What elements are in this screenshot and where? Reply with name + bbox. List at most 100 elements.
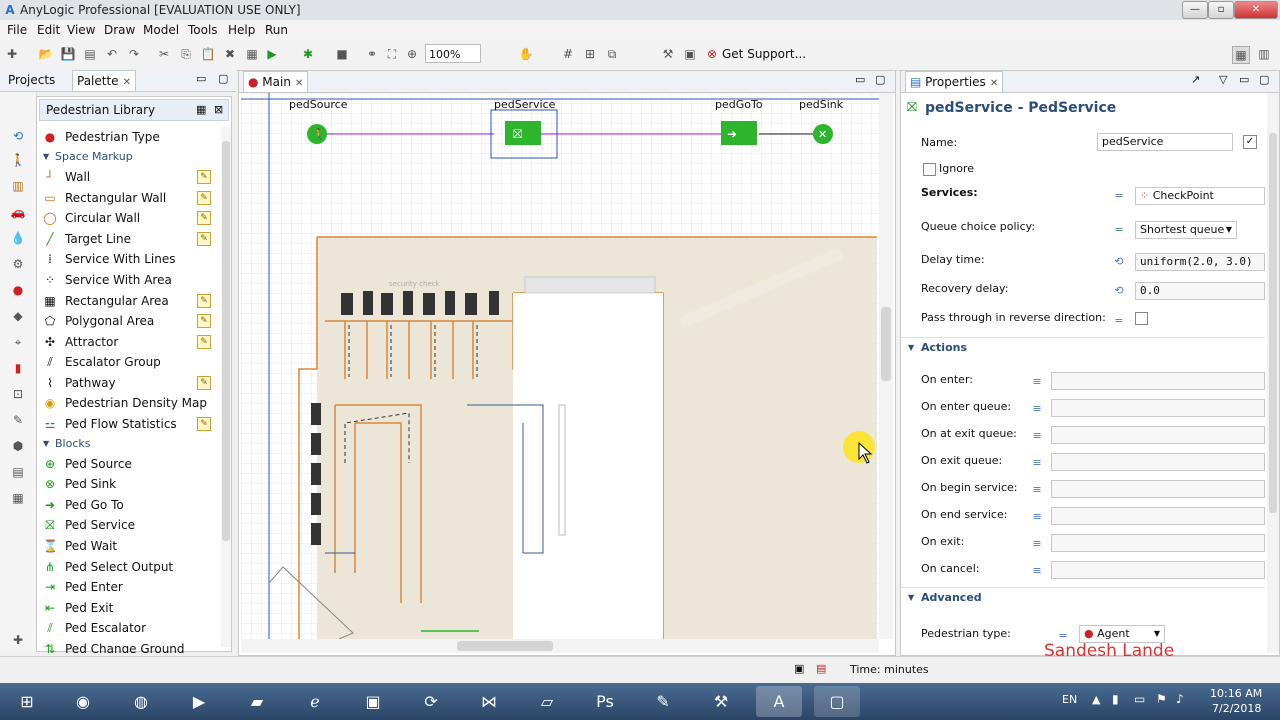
blocks-section[interactable]: ▼ Blocks: [37, 436, 217, 452]
delay-time-input[interactable]: uniform(2.0, 3.0): [1135, 253, 1265, 271]
tools-icon[interactable]: ⚒: [698, 686, 744, 717]
pencil-icon[interactable]: ✎: [197, 232, 211, 246]
close-icon[interactable]: ✕: [990, 78, 998, 89]
perspective-icon[interactable]: ▦: [1232, 46, 1250, 64]
save-all-icon[interactable]: ▤: [82, 46, 98, 62]
build-icon[interactable]: ▦: [244, 46, 260, 62]
arrange-icon[interactable]: ⧉: [604, 46, 620, 62]
tools-icon[interactable]: ⚒: [660, 46, 676, 62]
tab-properties[interactable]: ▤ Properties ✕: [905, 71, 1004, 92]
list-item[interactable]: ⇥ Ped Enter: [37, 577, 217, 597]
menu-model[interactable]: Model: [143, 23, 179, 37]
list-item[interactable]: ⌇ Pathway ✎: [37, 373, 217, 393]
zoom-in-icon[interactable]: ⊕: [404, 46, 420, 62]
start-button[interactable]: ⊞: [2, 686, 52, 717]
menu-view[interactable]: View: [67, 23, 95, 37]
ped-source-block[interactable]: 🚶: [307, 124, 327, 144]
cut-icon[interactable]: ✂: [156, 46, 172, 62]
horizontal-scrollbar[interactable]: [241, 639, 879, 653]
close-icon[interactable]: ✕: [123, 77, 131, 88]
list-item[interactable]: ┘ Wall ✎: [37, 167, 217, 187]
view-mode-icon[interactable]: ▦: [196, 103, 206, 116]
network-icon[interactable]: ▮: [1112, 692, 1119, 706]
zoom-fit-icon[interactable]: ⛶: [384, 46, 400, 62]
power-icon[interactable]: ▭: [1134, 692, 1145, 706]
tray-expand-icon[interactable]: ▲: [1092, 693, 1100, 706]
get-support-link[interactable]: Get Support...: [722, 47, 806, 61]
language-indicator[interactable]: EN: [1062, 693, 1077, 706]
list-item[interactable]: ⊕ Ped Source: [37, 454, 217, 474]
new-icon[interactable]: ✚: [4, 46, 20, 62]
save-icon[interactable]: 💾: [60, 46, 76, 62]
queue-policy-select[interactable]: Shortest queue ▼: [1135, 221, 1237, 239]
tab-palette[interactable]: Palette ✕: [72, 70, 136, 91]
maximize-view-icon[interactable]: ▢: [218, 72, 228, 85]
ped-goto-block[interactable]: ➜: [721, 121, 757, 145]
chrome-icon[interactable]: ◉: [60, 686, 106, 717]
services-field[interactable]: ⁘ CheckPoint: [1135, 187, 1265, 205]
link-icon[interactable]: ⚭: [364, 46, 380, 62]
list-item[interactable]: ➜ Ped Go To: [37, 495, 217, 515]
grid-icon[interactable]: #: [560, 46, 576, 62]
on-end-service-input[interactable]: [1051, 507, 1265, 525]
sync-icon[interactable]: ⟳: [408, 686, 454, 717]
pencil-icon[interactable]: ✎: [197, 376, 211, 390]
minimize-view-icon[interactable]: ▭: [1239, 73, 1249, 86]
name-input[interactable]: pedService: [1097, 133, 1233, 151]
internet-explorer-icon[interactable]: ℯ: [292, 686, 338, 717]
firefox-icon[interactable]: ◍: [118, 686, 164, 717]
menu-tools[interactable]: Tools: [188, 23, 218, 37]
pencil-icon[interactable]: ✎: [197, 211, 211, 225]
on-exit-queue-input[interactable]: [1051, 453, 1265, 471]
list-item[interactable]: ▭ Rectangular Wall ✎: [37, 188, 217, 208]
list-item[interactable]: ⁘ Service With Area: [37, 270, 217, 290]
menu-file[interactable]: File: [7, 23, 27, 37]
zoom-select[interactable]: 100%: [425, 44, 481, 63]
list-item[interactable]: ⇤ Ped Exit: [37, 598, 217, 618]
media-player-icon[interactable]: ▶: [176, 686, 222, 717]
list-item[interactable]: ⚍ Ped Flow Statistics ✎: [37, 414, 217, 434]
static-param-icon[interactable]: =: [1113, 190, 1125, 202]
paste-icon[interactable]: 📋: [200, 46, 216, 62]
folder-icon[interactable]: ▱: [524, 686, 570, 717]
undo-icon[interactable]: ↶: [104, 46, 120, 62]
actions-section[interactable]: ▼ Actions: [901, 337, 1265, 358]
space-markup-section[interactable]: ▼ Space Markup: [37, 149, 217, 165]
profile-icon[interactable]: ▣: [682, 46, 698, 62]
console-icon[interactable]: ▣: [794, 662, 804, 675]
scrollbar-thumb[interactable]: [881, 307, 891, 381]
tab-main[interactable]: ● Main ✕: [243, 71, 309, 92]
palette-scrollbar[interactable]: [221, 127, 231, 647]
delete-icon[interactable]: ✖: [222, 46, 238, 62]
on-cancel-input[interactable]: [1051, 561, 1265, 579]
list-item[interactable]: ⇅ Ped Change Ground: [37, 639, 217, 653]
menu-edit[interactable]: Edit: [37, 23, 60, 37]
photoshop-icon[interactable]: Ps: [582, 686, 628, 717]
file-explorer-icon[interactable]: ▰: [234, 686, 280, 717]
pencil-icon[interactable]: ✎: [197, 417, 211, 431]
list-item[interactable]: ▦ Rectangular Area ✎: [37, 291, 217, 311]
redo-icon[interactable]: ↷: [126, 46, 142, 62]
support-icon[interactable]: ⊗: [704, 46, 720, 62]
maximize-view-icon[interactable]: ▢: [1259, 73, 1269, 86]
minimize-view-icon[interactable]: ▭: [196, 72, 206, 85]
menu-draw[interactable]: Draw: [104, 23, 135, 37]
perspective-icon-2[interactable]: ▥: [1256, 46, 1272, 62]
pan-icon[interactable]: ✋: [518, 46, 534, 62]
list-item[interactable]: ⬠ Polygonal Area ✎: [37, 311, 217, 331]
app-window-icon[interactable]: ▢: [814, 686, 860, 717]
list-item[interactable]: ⊗ Ped Sink: [37, 474, 217, 494]
on-enter-input[interactable]: [1051, 372, 1265, 390]
view-menu-icon[interactable]: ▽: [1219, 73, 1227, 86]
pin-icon[interactable]: ↗: [1191, 73, 1200, 86]
ignore-checkbox[interactable]: [923, 163, 936, 176]
visual-studio-icon[interactable]: ⋈: [466, 686, 512, 717]
list-item[interactable]: ╱ Target Line ✎: [37, 229, 217, 249]
scrollbar-thumb[interactable]: [457, 641, 553, 651]
reverse-checkbox[interactable]: [1135, 312, 1148, 325]
flag-icon[interactable]: ⚑: [1156, 692, 1167, 706]
scrollbar-thumb[interactable]: [222, 141, 230, 541]
tab-projects[interactable]: Projects: [4, 70, 59, 91]
static-param-icon[interactable]: =: [1113, 315, 1125, 327]
close-library-icon[interactable]: ⊠: [214, 103, 223, 116]
